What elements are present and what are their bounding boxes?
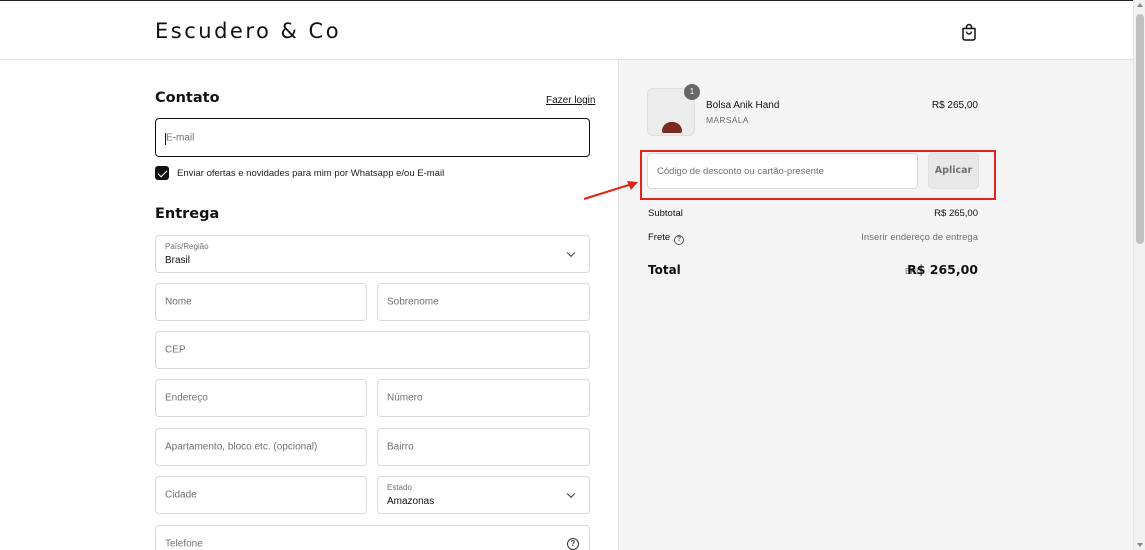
annotation-arrow [583,181,638,200]
product-variant: MARSALA [706,115,749,125]
shipping-value: Inserir endereço de entrega [861,232,978,243]
shipping-row-label: Frete? [648,232,685,245]
country-select[interactable]: País/Região Brasil [155,235,590,273]
offers-label: Enviar ofertas e novidades para mim por … [177,168,445,179]
offers-checkbox[interactable] [155,166,169,180]
last-name-placeholder: Sobrenome [387,296,439,308]
neighborhood-placeholder: Bairro [387,441,414,453]
delivery-title: Entrega [155,206,220,222]
quantity-badge: 1 [684,84,700,100]
login-link[interactable]: Fazer login [546,95,595,106]
first-name-placeholder: Nome [165,296,192,308]
help-icon[interactable]: ? [567,538,579,550]
address-field[interactable]: Endereço [155,379,367,417]
state-value: Amazonas [387,496,435,507]
product-name: Bolsa Anik Hand [706,100,780,111]
brand-logo[interactable]: Escudero & Co [155,19,341,43]
site-header: Escudero & Co [0,1,1133,60]
neighborhood-field[interactable]: Bairro [377,428,590,466]
shopping-bag-icon[interactable] [961,23,977,41]
contact-title: Contato [155,90,220,106]
chevron-down-icon [566,489,576,499]
chevron-down-icon [566,248,576,258]
order-summary-panel [618,60,1133,550]
email-field[interactable]: E-mail [155,118,590,157]
bag-image [662,122,682,133]
number-placeholder: Número [387,392,423,404]
city-field[interactable]: Cidade [155,476,367,514]
email-placeholder: E-mail [166,132,195,143]
help-icon[interactable]: ? [674,235,685,245]
number-field[interactable]: Número [377,379,590,417]
apartment-field[interactable]: Apartamento, bloco etc. (opcional) [155,428,367,466]
state-select[interactable]: Estado Amazonas [377,476,590,514]
state-label: Estado [387,483,412,492]
total-value: R$ 265,00 [907,262,978,277]
cep-field[interactable]: CEP [155,331,590,369]
phone-placeholder: Telefone [165,538,203,550]
scroll-down-arrow[interactable] [1137,543,1143,547]
first-name-field[interactable]: Nome [155,283,367,321]
product-price: R$ 265,00 [931,100,978,111]
scrollbar-thumb[interactable] [1136,14,1144,244]
highlight-box [640,150,996,200]
city-placeholder: Cidade [165,489,197,501]
country-value: Brasil [165,255,191,266]
address-placeholder: Endereço [165,392,208,404]
country-label: País/Região [165,242,209,251]
subtotal-label: Subtotal [648,208,683,219]
shipping-label: Frete [648,232,671,243]
total-label: Total [648,263,681,277]
phone-field[interactable]: Telefone ? [155,525,590,550]
subtotal-value: R$ 265,00 [934,208,978,219]
scroll-up-arrow[interactable] [1137,3,1143,7]
last-name-field[interactable]: Sobrenome [377,283,590,321]
cep-placeholder: CEP [165,344,186,356]
apartment-placeholder: Apartamento, bloco etc. (opcional) [165,441,318,453]
page-scrollbar[interactable] [1133,0,1145,550]
